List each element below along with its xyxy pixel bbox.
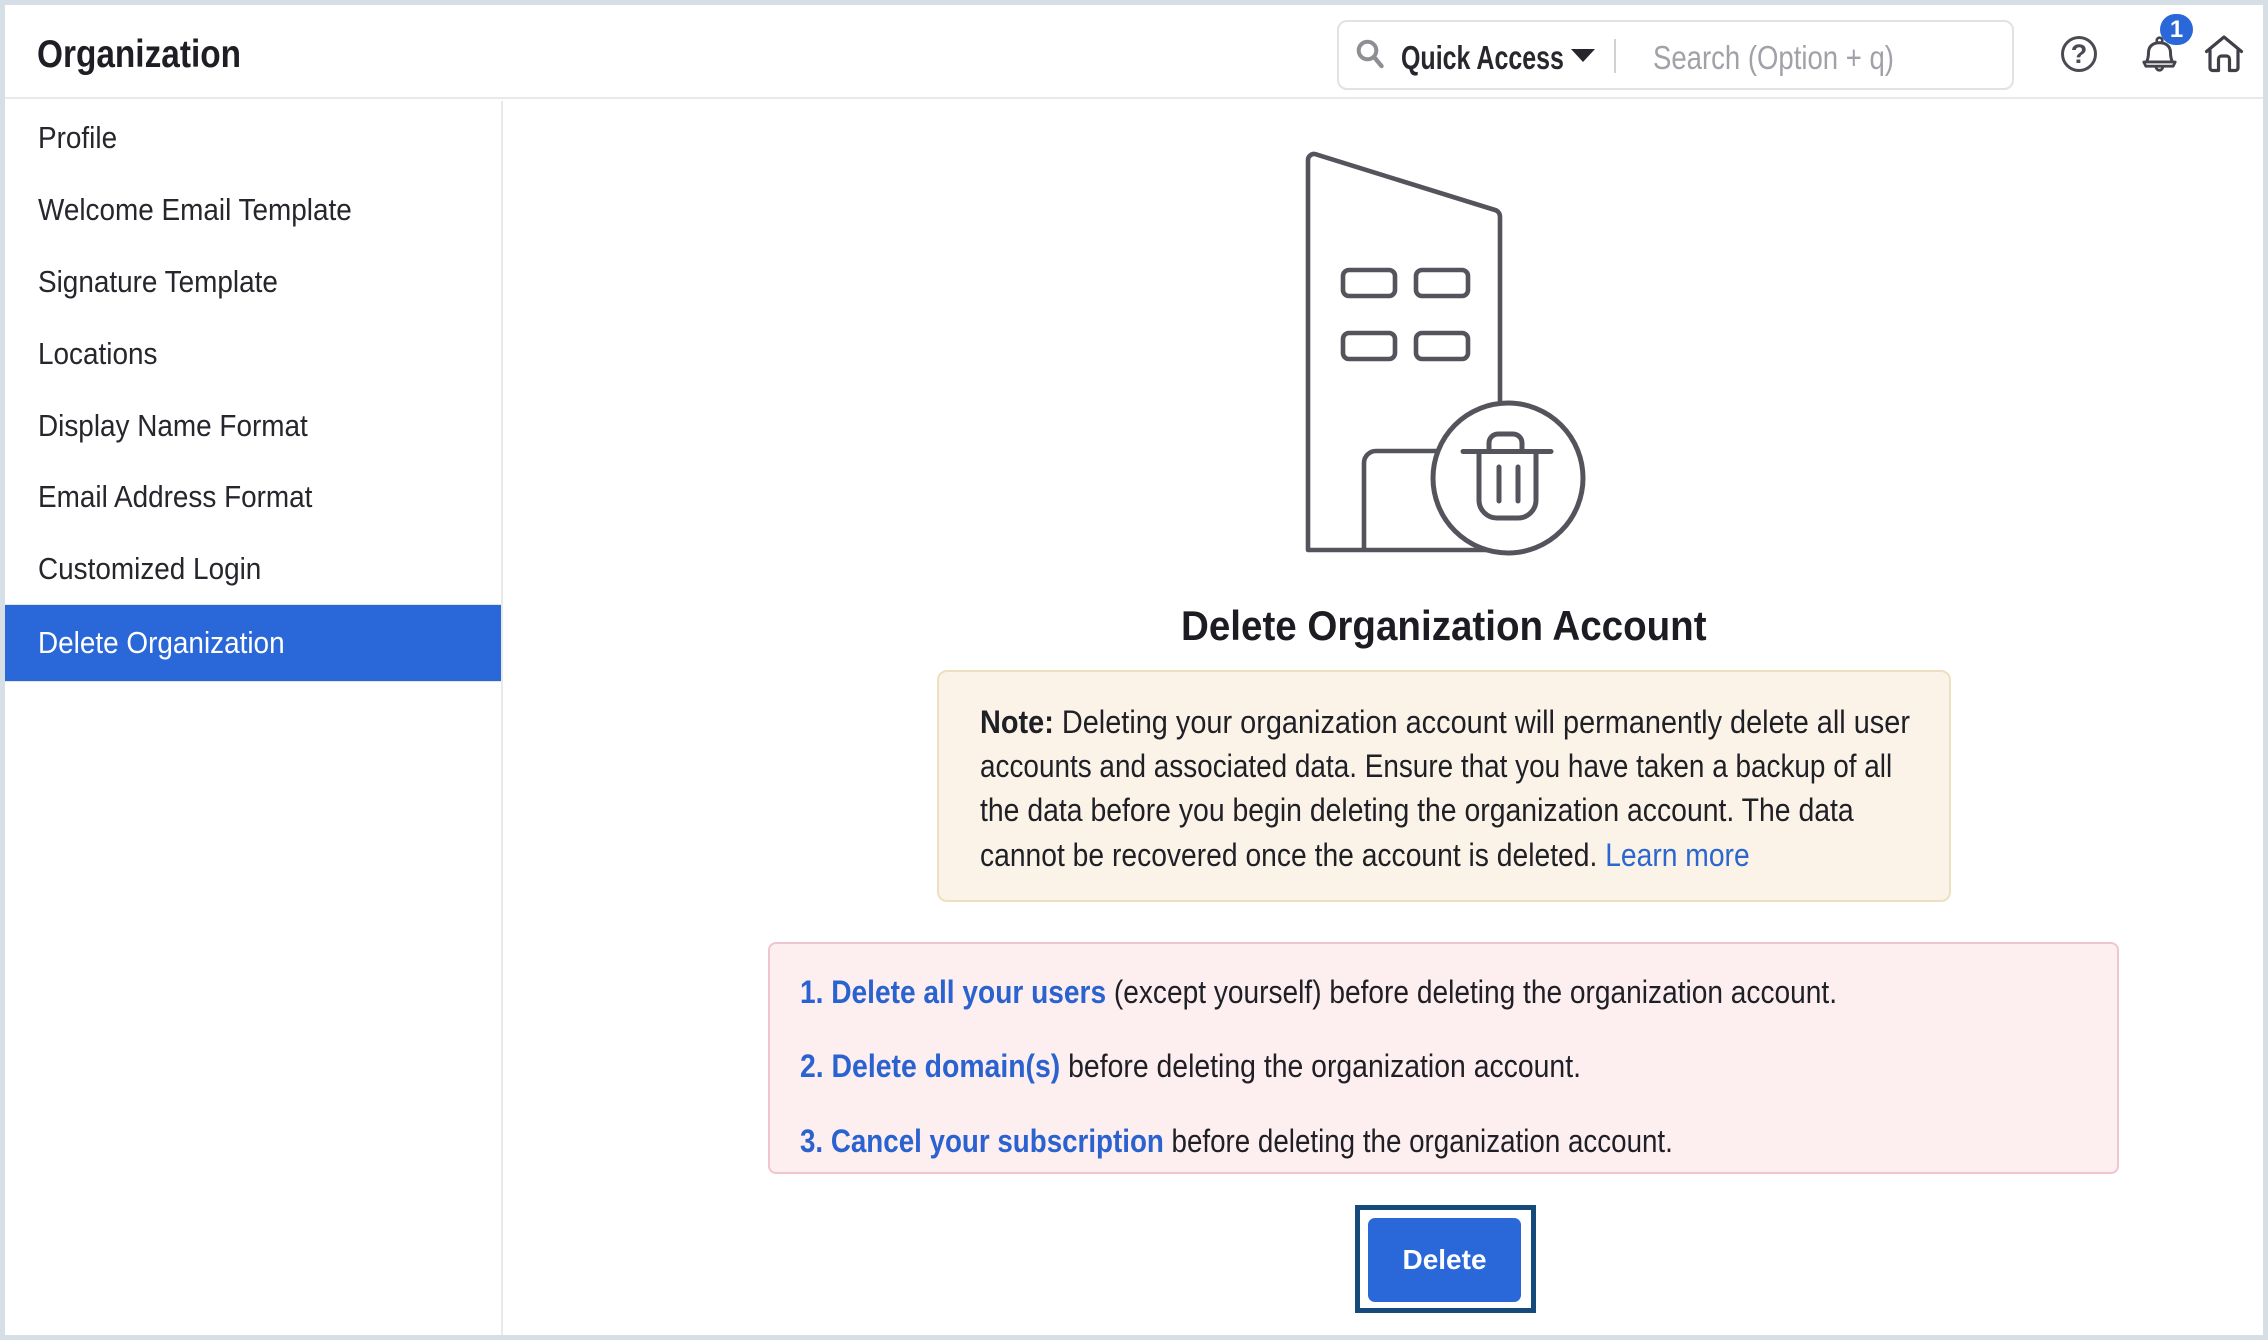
svg-text:?: ? [2071, 39, 2088, 69]
